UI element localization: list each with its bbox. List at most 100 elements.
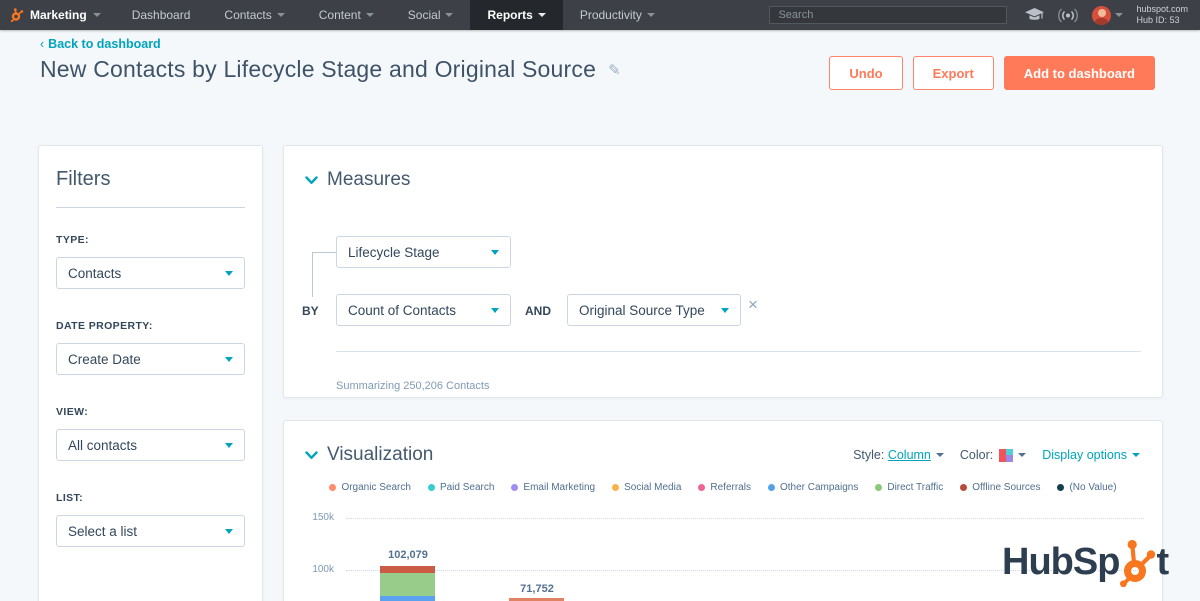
chevron-down-icon[interactable] bbox=[936, 453, 944, 457]
legend-item-paid-search[interactable]: Paid Search bbox=[428, 482, 494, 493]
nav-item-social[interactable]: Social bbox=[391, 0, 471, 30]
hubspot-sprocket-icon bbox=[10, 8, 24, 22]
measures-title: Measures bbox=[327, 169, 410, 191]
view-dropdown[interactable]: All contacts bbox=[56, 429, 245, 461]
summarizing-text: Summarizing 250,206 Contacts bbox=[336, 380, 489, 392]
chevron-down-icon bbox=[1115, 13, 1123, 17]
nav-right-cluster: hubspot.com Hub ID: 53 bbox=[1007, 0, 1200, 30]
legend-item-referrals[interactable]: Referrals bbox=[698, 482, 751, 493]
list-label: LIST: bbox=[56, 492, 245, 504]
remove-measure-close-icon[interactable]: × bbox=[748, 295, 758, 315]
legend-dot bbox=[698, 484, 705, 491]
page-title-row: New Contacts by Lifecycle Stage and Orig… bbox=[40, 56, 621, 83]
measures-header[interactable]: Measures bbox=[305, 169, 410, 191]
legend-item-direct-traffic[interactable]: Direct Traffic bbox=[875, 482, 943, 493]
filters-heading: Filters bbox=[56, 168, 245, 191]
divider bbox=[336, 351, 1141, 352]
date-property-label: DATE PROPERTY: bbox=[56, 320, 245, 332]
add-to-dashboard-button[interactable]: Add to dashboard bbox=[1004, 56, 1155, 90]
academy-graduation-cap-icon[interactable] bbox=[1025, 8, 1044, 22]
view-label: VIEW: bbox=[56, 406, 245, 418]
undo-button[interactable]: Undo bbox=[829, 56, 902, 90]
legend-dot bbox=[1057, 484, 1064, 491]
chevron-down-icon bbox=[225, 357, 233, 362]
stacked-bar-1-segment-direct-traffic[interactable] bbox=[380, 573, 435, 596]
account-info[interactable]: hubspot.com Hub ID: 53 bbox=[1136, 4, 1188, 26]
legend-dot bbox=[960, 484, 967, 491]
legend-dot bbox=[612, 484, 619, 491]
date-property-dropdown[interactable]: Create Date bbox=[56, 343, 245, 375]
nav-brand-marketing[interactable]: Marketing bbox=[0, 0, 115, 30]
y-axis-tick-150k: 150k bbox=[302, 512, 334, 523]
collapse-chevron-icon bbox=[305, 176, 318, 185]
chevron-down-icon bbox=[721, 308, 729, 313]
edit-title-pencil-icon[interactable]: ✎ bbox=[608, 61, 621, 79]
nav-item-content[interactable]: Content bbox=[302, 0, 391, 30]
count-of-contacts-dropdown[interactable]: Count of Contacts bbox=[336, 294, 511, 326]
bar-total-label-1: 102,079 bbox=[350, 549, 466, 561]
broadcast-notifications-icon[interactable] bbox=[1057, 8, 1079, 23]
hubspot-logo-watermark: HubSp t bbox=[1002, 538, 1168, 587]
legend-item-organic-search[interactable]: Organic Search bbox=[329, 482, 410, 493]
chevron-down-icon bbox=[277, 13, 285, 17]
chevron-down-icon[interactable] bbox=[1018, 453, 1026, 457]
chevron-down-icon bbox=[538, 13, 546, 17]
top-nav: Marketing Dashboard Contacts Content Soc… bbox=[0, 0, 1200, 30]
search-placeholder: Search bbox=[778, 9, 813, 21]
type-dropdown[interactable]: Contacts bbox=[56, 257, 245, 289]
nav-item-contacts[interactable]: Contacts bbox=[207, 0, 301, 30]
y-axis-tick-100k: 100k bbox=[302, 564, 334, 575]
collapse-chevron-icon bbox=[305, 451, 318, 460]
account-hub-id: Hub ID: 53 bbox=[1136, 15, 1188, 26]
legend-dot bbox=[329, 484, 336, 491]
measures-section: Measures Lifecycle Stage BY Count of Con… bbox=[283, 145, 1163, 398]
legend-item-no-value[interactable]: (No Value) bbox=[1057, 482, 1116, 493]
legend-dot bbox=[511, 484, 518, 491]
display-options-dropdown[interactable]: Display options bbox=[1042, 448, 1127, 462]
stacked-bar-1-segment-other-campaigns[interactable] bbox=[380, 596, 435, 601]
account-domain: hubspot.com bbox=[1136, 4, 1188, 15]
page-title: New Contacts by Lifecycle Stage and Orig… bbox=[40, 56, 596, 83]
gridline bbox=[346, 518, 1144, 519]
legend-dot bbox=[428, 484, 435, 491]
hubspot-report-builder: Marketing Dashboard Contacts Content Soc… bbox=[0, 0, 1200, 601]
viz-controls: Style: Column Color: Display options bbox=[853, 448, 1140, 462]
hubspot-logo-text-left: HubSp bbox=[1002, 538, 1119, 586]
chevron-down-icon bbox=[225, 529, 233, 534]
chart-legend: Organic Search Paid Search Email Marketi… bbox=[284, 482, 1162, 493]
nav-item-reports[interactable]: Reports bbox=[470, 0, 562, 30]
and-label: AND bbox=[525, 304, 551, 318]
style-column-dropdown[interactable]: Column bbox=[888, 448, 931, 462]
visualization-title: Visualization bbox=[327, 444, 433, 466]
original-source-type-dropdown[interactable]: Original Source Type bbox=[567, 294, 741, 326]
back-to-dashboard-link[interactable]: ‹Back to dashboard bbox=[40, 37, 161, 51]
legend-item-social-media[interactable]: Social Media bbox=[612, 482, 681, 493]
chevron-down-icon bbox=[491, 308, 499, 313]
nav-brand-label: Marketing bbox=[30, 8, 87, 22]
filters-panel: Filters TYPE: Contacts DATE PROPERTY: Cr… bbox=[38, 145, 263, 601]
divider bbox=[56, 207, 245, 208]
chevron-down-icon bbox=[445, 13, 453, 17]
user-avatar-menu[interactable] bbox=[1092, 6, 1123, 25]
nav-item-dashboard[interactable]: Dashboard bbox=[115, 0, 208, 30]
list-dropdown[interactable]: Select a list bbox=[56, 515, 245, 547]
measure-tree-connector bbox=[312, 252, 336, 297]
legend-item-offline-sources[interactable]: Offline Sources bbox=[960, 482, 1040, 493]
color-palette-swatch[interactable] bbox=[999, 449, 1013, 462]
avatar bbox=[1092, 6, 1111, 25]
stacked-bar-1-segment-offline[interactable] bbox=[380, 566, 435, 573]
search-input[interactable]: Search bbox=[769, 6, 1007, 24]
export-button[interactable]: Export bbox=[913, 56, 994, 90]
type-label: TYPE: bbox=[56, 234, 245, 246]
lifecycle-stage-dropdown[interactable]: Lifecycle Stage bbox=[336, 236, 511, 268]
chevron-down-icon bbox=[491, 250, 499, 255]
visualization-header[interactable]: Visualization bbox=[305, 444, 433, 466]
nav-item-productivity[interactable]: Productivity bbox=[563, 0, 672, 30]
chevron-down-icon bbox=[366, 13, 374, 17]
legend-item-email-marketing[interactable]: Email Marketing bbox=[511, 482, 595, 493]
style-label: Style: bbox=[853, 448, 884, 462]
chevron-down-icon bbox=[93, 13, 101, 17]
hubspot-sprocket-icon bbox=[1119, 538, 1156, 587]
legend-item-other-campaigns[interactable]: Other Campaigns bbox=[768, 482, 858, 493]
chevron-down-icon[interactable] bbox=[1132, 453, 1140, 457]
